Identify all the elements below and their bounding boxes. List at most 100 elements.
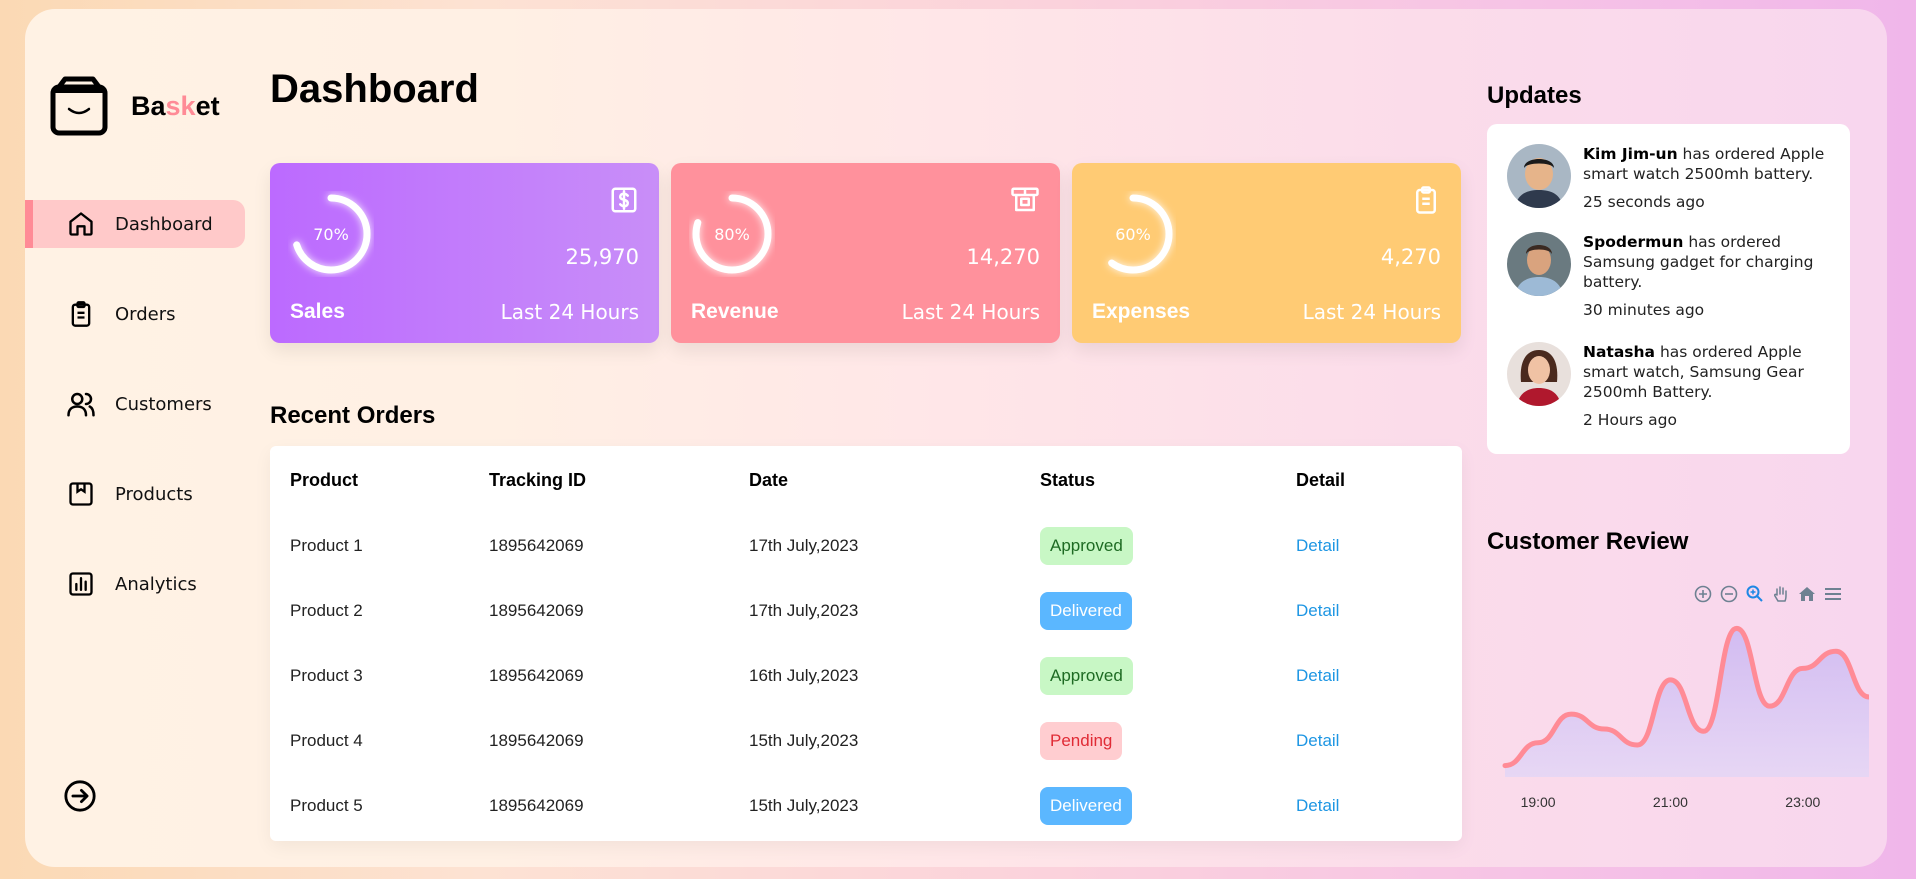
avatar — [1507, 232, 1571, 296]
card-period: Last 24 Hours — [500, 300, 639, 324]
tracking-id-cell: 1895642069 — [489, 665, 584, 685]
date-cell: 15th July,2023 — [749, 730, 859, 750]
bar-chart-icon — [65, 568, 97, 600]
progress-percent: 70% — [313, 224, 349, 244]
update-author: Spodermun — [1583, 233, 1684, 251]
column-header-tracking-id[interactable]: Tracking ID — [489, 446, 749, 513]
brand-name: Basket — [131, 90, 220, 121]
update-time: 2 Hours ago — [1583, 411, 1677, 429]
clipboard-icon — [65, 298, 97, 330]
table-row: Product 5 1895642069 15th July,2023 Deli… — [270, 773, 1462, 838]
recent-orders-table: Product Tracking ID Date Status Detail P… — [270, 446, 1462, 841]
summary-cards: 70% 25,970 Sales Last 24 Hours 80% 14,27… — [270, 163, 1461, 343]
progress-percent: 80% — [714, 224, 750, 244]
tracking-id-cell: 1895642069 — [489, 795, 584, 815]
detail-link[interactable]: Detail — [1296, 796, 1339, 815]
sidebar-item-orders[interactable]: Orders — [25, 290, 245, 338]
clipboard-icon — [1416, 186, 1436, 214]
sidebar-item-label: Orders — [115, 303, 176, 325]
logout-icon[interactable] — [63, 779, 97, 813]
table-row: Product 1 1895642069 17th July,2023 Appr… — [270, 513, 1462, 578]
x-tick-label: 21:00 — [1653, 794, 1688, 810]
sidebar-item-label: Dashboard — [115, 213, 213, 235]
card-sales[interactable]: 70% 25,970 Sales Last 24 Hours — [270, 163, 659, 343]
sidebar-item-label: Analytics — [115, 573, 197, 595]
update-time: 25 seconds ago — [1583, 193, 1705, 211]
users-icon — [65, 388, 97, 420]
sidebar-item-dashboard[interactable]: Dashboard — [25, 200, 245, 248]
page-title: Dashboard — [270, 67, 479, 111]
date-cell: 16th July,2023 — [749, 665, 859, 685]
dollar-icon — [611, 187, 637, 213]
product-cell: Product 1 — [290, 535, 363, 555]
home-reset-icon[interactable] — [1797, 584, 1817, 604]
update-item[interactable]: Spodermun has ordered Samsung gadget for… — [1507, 232, 1841, 320]
card-value: 14,270 — [966, 245, 1040, 269]
tracking-id-cell: 1895642069 — [489, 600, 584, 620]
tracking-id-cell: 1895642069 — [489, 730, 584, 750]
card-value: 25,970 — [565, 245, 639, 269]
detail-link[interactable]: Detail — [1296, 666, 1339, 685]
avatar — [1507, 144, 1571, 208]
updates-title: Updates — [1487, 82, 1582, 109]
progress-percent: 60% — [1115, 224, 1151, 244]
card-title: Sales — [290, 300, 345, 323]
product-cell: Product 3 — [290, 665, 363, 685]
cash-register-icon — [1011, 187, 1039, 212]
card-expenses[interactable]: 60% 4,270 Expenses Last 24 Hours — [1072, 163, 1461, 343]
recent-orders-title: Recent Orders — [270, 402, 436, 429]
table-header-row: Product Tracking ID Date Status Detail — [270, 446, 1462, 513]
card-title: Expenses — [1092, 300, 1191, 323]
card-title: Revenue — [691, 300, 779, 323]
sidebar-item-label: Products — [115, 483, 193, 505]
sidebar-item-label: Customers — [115, 393, 212, 415]
x-tick-label: 19:00 — [1521, 794, 1556, 810]
card-period: Last 24 Hours — [1302, 300, 1441, 324]
menu-icon[interactable] — [1823, 584, 1843, 604]
table-row: Product 3 1895642069 16th July,2023 Appr… — [270, 643, 1462, 708]
detail-link[interactable]: Detail — [1296, 601, 1339, 620]
pan-hand-icon[interactable] — [1771, 584, 1791, 604]
card-period: Last 24 Hours — [901, 300, 1040, 324]
table-row: Product 2 1895642069 17th July,2023 Deli… — [270, 578, 1462, 643]
card-value: 4,270 — [1380, 245, 1441, 269]
update-author: Kim Jim-un — [1583, 145, 1678, 163]
update-time: 30 minutes ago — [1583, 301, 1705, 319]
sidebar-item-customers[interactable]: Customers — [25, 380, 245, 428]
product-cell: Product 4 — [290, 730, 363, 750]
update-item[interactable]: Natasha has ordered Apple smart watch, S… — [1507, 342, 1841, 430]
status-badge: Approved — [1040, 526, 1133, 565]
x-tick-label: 23:00 — [1785, 794, 1820, 810]
app-window: Basket Dashboard Orders Customers Produc… — [25, 9, 1887, 867]
sidebar-item-products[interactable]: Products — [25, 470, 245, 518]
product-cell: Product 2 — [290, 600, 363, 620]
chart-toolbar — [1693, 584, 1843, 604]
zoom-in-icon[interactable] — [1693, 584, 1713, 604]
update-item[interactable]: Kim Jim-un has ordered Apple smart watch… — [1507, 144, 1841, 212]
card-revenue[interactable]: 80% 14,270 Revenue Last 24 Hours — [671, 163, 1060, 343]
column-header-status[interactable]: Status — [1040, 446, 1296, 513]
updates-panel: Kim Jim-un has ordered Apple smart watch… — [1487, 124, 1850, 454]
tracking-id-cell: 1895642069 — [489, 535, 584, 555]
sidebar-nav: Dashboard Orders Customers Products Anal… — [25, 200, 245, 650]
column-header-detail[interactable]: Detail — [1296, 446, 1462, 513]
sidebar-item-analytics[interactable]: Analytics — [25, 560, 245, 608]
box-icon — [65, 478, 97, 510]
customer-review-chart[interactable]: 19:00 21:00 23:00 — [1497, 607, 1869, 817]
avatar — [1507, 342, 1571, 406]
column-header-date[interactable]: Date — [749, 446, 1040, 513]
customer-review-title: Customer Review — [1487, 528, 1689, 555]
status-badge: Delivered — [1040, 786, 1132, 825]
status-badge: Delivered — [1040, 591, 1132, 630]
status-badge: Approved — [1040, 656, 1133, 695]
detail-link[interactable]: Detail — [1296, 731, 1339, 750]
date-cell: 15th July,2023 — [749, 795, 859, 815]
column-header-product[interactable]: Product — [270, 446, 489, 513]
date-cell: 17th July,2023 — [749, 535, 859, 555]
magnifier-icon[interactable] — [1745, 584, 1765, 604]
zoom-out-icon[interactable] — [1719, 584, 1739, 604]
basket-logo-icon — [50, 76, 108, 136]
home-icon — [65, 208, 97, 240]
detail-link[interactable]: Detail — [1296, 536, 1339, 555]
brand-logo[interactable]: Basket — [49, 75, 220, 137]
